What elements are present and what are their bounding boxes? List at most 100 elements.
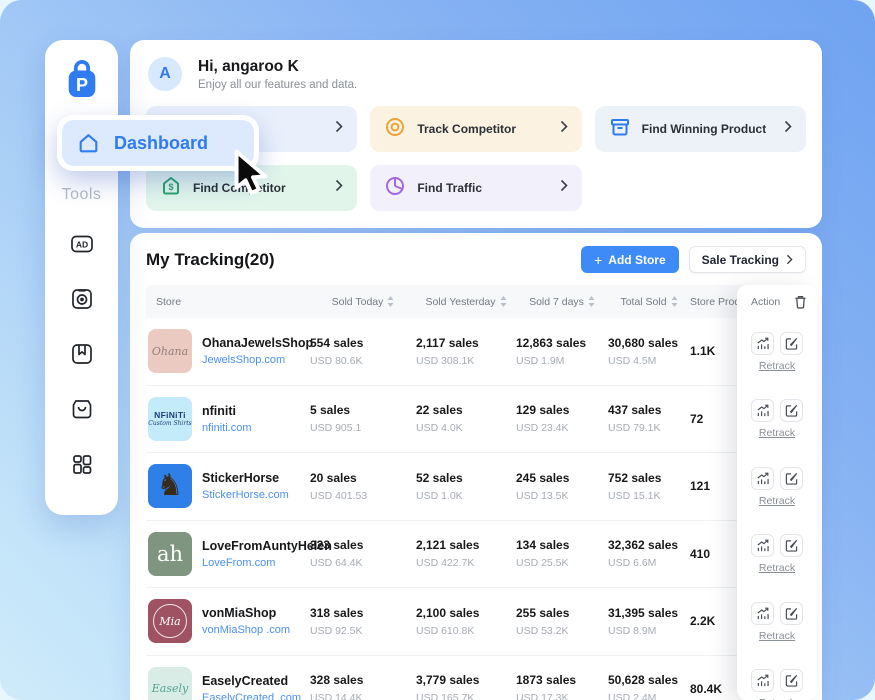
dashboard-menu-item[interactable]: Dashboard [57, 115, 259, 171]
sold-yesterday-cell: 2,117 salesUSD 308.1K [416, 336, 516, 367]
store-domain-link[interactable]: StickerHorse.com [202, 489, 289, 501]
svg-text:AD: AD [75, 240, 87, 250]
action-column-panel: Action Retrack [737, 285, 817, 700]
chart-icon [756, 472, 769, 485]
edit-button[interactable] [780, 602, 803, 625]
sold-7-days-cell: 134 salesUSD 25.5K [516, 538, 608, 569]
edit-button[interactable] [780, 399, 803, 422]
sort-icon [500, 296, 507, 307]
app-logo-icon[interactable]: P [63, 58, 101, 105]
chart-icon [756, 337, 769, 350]
chart-icon [756, 607, 769, 620]
total-sold-cell: 752 salesUSD 15.1K [608, 471, 690, 502]
sold-7-days-cell: 12,863 salesUSD 1.9M [516, 336, 608, 367]
edit-button[interactable] [780, 534, 803, 557]
total-sold-cell: 30,680 salesUSD 4.5M [608, 336, 690, 367]
sales-chart-button[interactable] [751, 332, 774, 355]
target-icon [384, 116, 406, 143]
edit-button[interactable] [780, 332, 803, 355]
store-avatar-text: ah [157, 542, 183, 566]
add-store-button[interactable]: + Add Store [581, 246, 679, 273]
sold-yesterday-cell: 52 salesUSD 1.0K [416, 471, 516, 502]
sales-chart-button[interactable] [751, 669, 774, 692]
track-box-icon[interactable] [68, 285, 96, 313]
table-row: ♞ StickerHorse StickerHorse.com 20 sales… [146, 453, 806, 521]
chevron-right-icon [784, 120, 792, 138]
plus-icon: + [594, 252, 602, 268]
store-avatar-text: Ohana [152, 345, 188, 358]
store-name: OhanaJewelsShop [202, 336, 313, 350]
store-avatar: ah [148, 532, 192, 576]
table-row: Easely EaselyCreated EaselyCreated .com … [146, 656, 806, 700]
sort-icon [671, 296, 678, 307]
dashboard-label: Dashboard [114, 133, 208, 154]
sold-7-days-cell: 245 salesUSD 13.5K [516, 471, 608, 502]
feature-card-find-winning-product[interactable]: Find Winning Product [595, 106, 806, 152]
feature-card-label: Track Competitor [417, 122, 516, 136]
store-domain-link[interactable]: vonMiaShop .com [202, 624, 290, 636]
table-row: ah LoveFromAuntyHelen LoveFrom.com 323 s… [146, 521, 806, 589]
sold-yesterday-cell: 2,100 salesUSD 610.8K [416, 606, 516, 637]
chevron-right-icon [560, 179, 568, 197]
store-avatar: Easely [148, 667, 192, 700]
sold-today-cell: 328 salesUSD 14.4K [310, 673, 416, 700]
tracking-title: My Tracking(20) [146, 250, 275, 270]
sort-icon [588, 296, 595, 307]
sold-yesterday-cell: 22 salesUSD 4.0K [416, 403, 516, 434]
col-header-total-sold[interactable]: Total Sold [608, 296, 690, 308]
col-header-action: Action [751, 296, 780, 308]
home-icon [76, 131, 101, 156]
my-tracking-panel: My Tracking(20) + Add Store Sale Trackin… [130, 233, 822, 700]
edit-icon [785, 539, 798, 552]
bookmark-icon[interactable] [68, 340, 96, 368]
svg-text:$: $ [168, 182, 173, 192]
feature-card-label: Find Winning Product [642, 122, 767, 136]
retrack-link[interactable]: Retrack [759, 427, 795, 439]
total-sold-cell: 437 salesUSD 79.1K [608, 403, 690, 434]
chevron-right-icon [786, 254, 793, 265]
user-avatar[interactable]: A [148, 57, 182, 91]
col-header-sold-today[interactable]: Sold Today [310, 296, 416, 308]
sales-chart-button[interactable] [751, 399, 774, 422]
chevron-right-icon [335, 179, 343, 197]
feature-card-label: Find Traffic [417, 181, 482, 195]
sales-chart-button[interactable] [751, 602, 774, 625]
store-avatar: Mia [148, 599, 192, 643]
chart-icon [756, 539, 769, 552]
sales-chart-button[interactable] [751, 467, 774, 490]
store-domain-link[interactable]: nfiniti.com [202, 422, 252, 434]
table-row: Ohana OhanaJewelsShop JewelsShop.com 554… [146, 318, 806, 386]
sale-tracking-button[interactable]: Sale Tracking [689, 246, 806, 273]
col-header-sold-yesterday[interactable]: Sold Yesterday [416, 296, 516, 308]
total-sold-cell: 50,628 salesUSD 2.4M [608, 673, 690, 700]
sales-chart-button[interactable] [751, 534, 774, 557]
sold-today-cell: 554 salesUSD 80.6K [310, 336, 416, 367]
delete-all-icon[interactable] [794, 295, 807, 309]
edit-button[interactable] [780, 669, 803, 692]
chevron-right-icon [560, 120, 568, 138]
col-header-sold-7-days[interactable]: Sold 7 days [516, 296, 608, 308]
edit-button[interactable] [780, 467, 803, 490]
shop-dollar-icon: $ [160, 175, 182, 202]
svg-text:P: P [75, 75, 87, 95]
sold-yesterday-cell: 2,121 salesUSD 422.7K [416, 538, 516, 569]
retrack-link[interactable]: Retrack [759, 562, 795, 574]
feature-card-track-competitor[interactable]: Track Competitor [370, 106, 581, 152]
col-header-store: Store [146, 296, 310, 308]
ads-icon[interactable]: AD [68, 230, 96, 258]
store-domain-link[interactable]: EaselyCreated .com [202, 692, 301, 700]
store-bag-icon[interactable] [68, 395, 96, 423]
retrack-link[interactable]: Retrack [759, 360, 795, 372]
chart-icon [756, 404, 769, 417]
apps-grid-icon[interactable] [68, 450, 96, 478]
store-avatar-subtext: Custom Shirts [148, 420, 191, 427]
feature-card-find-traffic[interactable]: Find Traffic [370, 165, 581, 211]
retrack-link[interactable]: Retrack [759, 495, 795, 507]
pie-chart-icon [384, 175, 406, 202]
sold-7-days-cell: 1873 salesUSD 17.3K [516, 673, 608, 700]
store-domain-link[interactable]: JewelsShop.com [202, 354, 313, 366]
table-body: Ohana OhanaJewelsShop JewelsShop.com 554… [146, 318, 806, 700]
chart-icon [756, 674, 769, 687]
retrack-link[interactable]: Retrack [759, 630, 795, 642]
edit-icon [785, 404, 798, 417]
